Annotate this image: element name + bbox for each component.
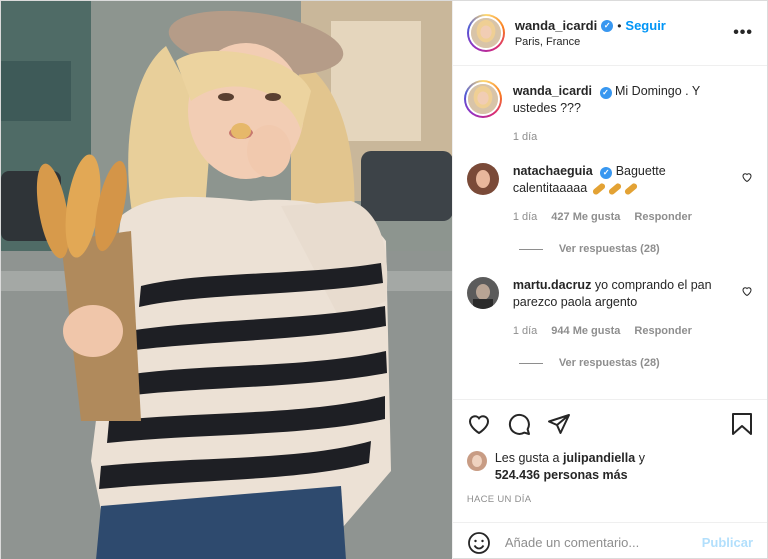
share-icon[interactable] (547, 412, 571, 436)
comment-time[interactable]: 1 día (513, 211, 537, 223)
liker-username[interactable]: julipandiella (563, 451, 635, 465)
author-avatar[interactable] (466, 14, 505, 52)
reply-button[interactable]: Responder (634, 325, 691, 337)
comment-likes[interactable]: 944 Me gusta (551, 325, 620, 337)
likes-prefix: Les gusta a (494, 451, 560, 465)
comment-text: natachaeguia ✓ Baguette calentitaaaaa (513, 163, 733, 197)
avatar-image (466, 451, 487, 471)
caption-username[interactable]: wanda_icardi (513, 84, 592, 98)
avatar-image (466, 277, 499, 309)
verified-badge-icon: ✓ (600, 167, 613, 179)
avatar-image (470, 18, 501, 48)
comment-meta: 1 día 427 Me gusta Responder (513, 211, 733, 223)
bookmark-icon[interactable] (731, 412, 753, 436)
comment-item: natachaeguia ✓ Baguette calentitaaaaa 1 … (466, 163, 753, 255)
view-replies-label: Ver respuestas (28) (558, 357, 660, 369)
avatar-image (467, 84, 498, 114)
separator-dot: • (617, 18, 622, 33)
add-comment-bar: Publicar (452, 522, 767, 559)
post-actions: Les gusta a julipandiella y 524.436 pers… (452, 399, 767, 505)
liker-avatar (466, 451, 487, 471)
reply-button[interactable]: Responder (634, 211, 691, 223)
more-options-icon[interactable]: ••• (733, 24, 753, 42)
likes-joiner: y (638, 451, 645, 465)
view-replies-label: Ver respuestas (28) (558, 243, 660, 255)
caption: wanda_icardi ✓ Mi Domingo . Y ustedes ??… (463, 80, 753, 143)
comment-text: martu.dacruz yo comprando el pan parezco… (513, 277, 733, 311)
caption-text: wanda_icardi ✓ Mi Domingo . Y ustedes ??… (513, 83, 733, 117)
comment-input[interactable] (504, 535, 702, 550)
commenter-avatar[interactable] (466, 277, 499, 309)
view-replies-button[interactable]: Ver respuestas (28) (513, 357, 733, 369)
follow-button[interactable]: Seguir (625, 18, 665, 33)
emoji-icon[interactable] (467, 531, 491, 555)
action-icons-row (467, 412, 753, 436)
post-location[interactable]: Paris, France (515, 36, 733, 48)
post-photo[interactable] (1, 1, 452, 559)
caption-time[interactable]: 1 día (513, 131, 537, 143)
comment-like-heart-icon[interactable] (741, 285, 753, 297)
post-photo-illustration (1, 1, 452, 559)
comment-meta: 1 día 944 Me gusta Responder (513, 325, 733, 337)
view-replies-button[interactable]: Ver respuestas (28) (513, 243, 733, 255)
publish-button[interactable]: Publicar (702, 535, 753, 550)
post-timestamp[interactable]: HACE UN DÍA (467, 494, 753, 505)
avatar-image (466, 163, 499, 195)
comments-section[interactable]: wanda_icardi ✓ Mi Domingo . Y ustedes ??… (453, 67, 767, 399)
likes-count[interactable]: 524.436 personas más (495, 468, 628, 482)
commenter-avatar[interactable] (466, 163, 499, 195)
verified-badge-icon: ✓ (599, 87, 612, 99)
comment-username[interactable]: natachaeguia (513, 164, 593, 178)
comment-likes[interactable]: 427 Me gusta (551, 211, 620, 223)
heart-icon[interactable] (467, 412, 491, 436)
verified-badge-icon: ✓ (601, 19, 614, 32)
likes-summary[interactable]: Les gusta a julipandiella y 524.436 pers… (466, 450, 753, 484)
bread-emoji-icon (591, 181, 639, 196)
author-username[interactable]: wanda_icardi (515, 18, 597, 33)
post-header-text: wanda_icardi ✓ • Seguir Paris, France (515, 18, 733, 48)
post-details-panel: wanda_icardi ✓ • Seguir Paris, France ••… (451, 1, 767, 559)
caption-avatar[interactable] (463, 80, 502, 118)
comment-username[interactable]: martu.dacruz (513, 278, 592, 292)
comment-item: martu.dacruz yo comprando el pan parezco… (466, 277, 753, 369)
comment-icon[interactable] (507, 412, 531, 436)
replies-divider (518, 362, 543, 364)
comment-time[interactable]: 1 día (513, 325, 537, 337)
post-header: wanda_icardi ✓ • Seguir Paris, France ••… (452, 1, 767, 66)
replies-divider (518, 248, 543, 250)
caption-meta: 1 día (513, 131, 733, 143)
comment-like-heart-icon[interactable] (741, 171, 753, 183)
instagram-post: wanda_icardi ✓ • Seguir Paris, France ••… (0, 0, 768, 559)
